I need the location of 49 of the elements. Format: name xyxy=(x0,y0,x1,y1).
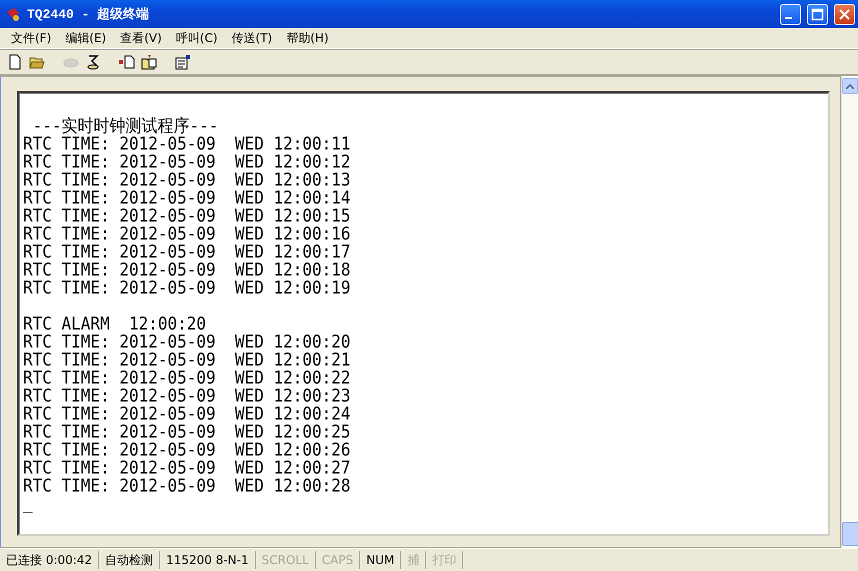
properties-icon[interactable] xyxy=(175,54,191,70)
terminal-line: RTC TIME: 2012-05-09 WED 12:00:14 xyxy=(23,188,352,208)
vertical-scrollbar[interactable] xyxy=(841,76,858,548)
new-file-icon[interactable] xyxy=(7,54,23,70)
terminal-line: RTC TIME: 2012-05-09 WED 12:00:13 xyxy=(23,170,352,190)
status-panel: 已连接 0:00:42 xyxy=(0,551,100,569)
terminal-line: RTC TIME: 2012-05-09 WED 12:00:20 xyxy=(23,332,352,352)
terminal-line: RTC TIME: 2012-05-09 WED 12:00:12 xyxy=(23,152,352,172)
text-cursor: _ xyxy=(23,495,34,513)
terminal-line: RTC TIME: 2012-05-09 WED 12:00:22 xyxy=(23,368,352,388)
menu-item[interactable]: 帮助(H) xyxy=(279,30,336,46)
terminal-line: RTC TIME: 2012-05-09 WED 12:00:16 xyxy=(23,224,352,244)
scroll-up-button[interactable] xyxy=(842,78,858,94)
terminal-line: ---实时时钟测试程序--- xyxy=(32,116,220,136)
terminal-line: RTC TIME: 2012-05-09 WED 12:00:28 xyxy=(23,476,352,496)
terminal-line: RTC TIME: 2012-05-09 WED 12:00:26 xyxy=(23,440,352,460)
close-button[interactable] xyxy=(834,4,855,24)
status-panel: SCROLL xyxy=(256,551,316,569)
menu-item[interactable]: 文件(F) xyxy=(4,30,58,46)
status-panel: NUM xyxy=(360,551,402,569)
terminal-line: RTC TIME: 2012-05-09 WED 12:00:15 xyxy=(23,206,352,226)
terminal-line: RTC TIME: 2012-05-09 WED 12:00:25 xyxy=(23,422,352,442)
close-icon xyxy=(838,8,851,20)
terminal-line: RTC ALARM 12:00:20 xyxy=(23,314,208,334)
terminal-line: RTC TIME: 2012-05-09 WED 12:00:27 xyxy=(23,458,352,478)
terminal-line: RTC TIME: 2012-05-09 WED 12:00:23 xyxy=(23,386,352,406)
status-panel: 自动检测 xyxy=(99,551,160,569)
menu-item[interactable]: 查看(V) xyxy=(113,30,169,46)
menu-item[interactable]: 传送(T) xyxy=(224,30,280,46)
status-panel: 115200 8-N-1 xyxy=(160,551,256,569)
window-title: TQ2440 - 超级终端 xyxy=(27,6,150,23)
scrollbar-thumb[interactable] xyxy=(842,522,858,546)
send-file-icon[interactable] xyxy=(119,54,135,70)
minimize-button[interactable] xyxy=(780,4,801,24)
status-panel: 捕 xyxy=(401,551,426,569)
terminal-line: RTC TIME: 2012-05-09 WED 12:00:24 xyxy=(23,404,352,424)
maximize-icon xyxy=(811,8,824,20)
menu-item[interactable]: 呼叫(C) xyxy=(168,30,225,46)
terminal-line: RTC TIME: 2012-05-09 WED 12:00:19 xyxy=(23,278,352,298)
status-panel: CAPS xyxy=(316,551,360,569)
maximize-button[interactable] xyxy=(807,4,828,24)
status-panel: 打印 xyxy=(426,551,464,569)
terminal-line: RTC TIME: 2012-05-09 WED 12:00:18 xyxy=(23,260,352,280)
minimize-icon xyxy=(784,17,792,19)
terminal-line: RTC TIME: 2012-05-09 WED 12:00:17 xyxy=(23,242,352,262)
terminal-line: RTC TIME: 2012-05-09 WED 12:00:21 xyxy=(23,350,352,370)
receive-file-icon[interactable] xyxy=(141,54,157,70)
terminal-line: RTC TIME: 2012-05-09 WED 12:00:11 xyxy=(23,134,352,154)
menu-item[interactable]: 编辑(E) xyxy=(58,30,114,46)
